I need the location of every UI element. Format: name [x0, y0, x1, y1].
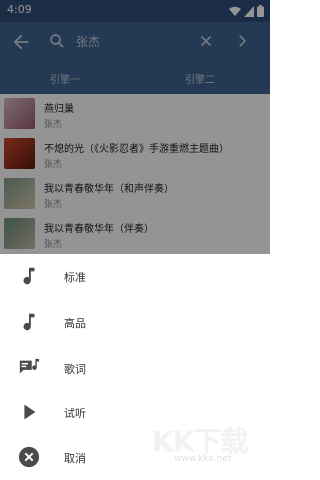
menu-item-label: 歌词 — [64, 363, 86, 376]
watermark-url: www.kkx.net — [174, 454, 232, 464]
lyrics-icon — [19, 358, 40, 374]
menu-item-label: 标准 — [64, 271, 86, 284]
quality-bottom-sheet: 标准 高品 歌词 试听 取消 KK下载 www.kkx.net — [0, 254, 270, 480]
watermark: KK下载 www.kkx.net — [152, 420, 262, 470]
menu-item-label: 取消 — [64, 452, 86, 465]
play-icon — [24, 404, 36, 420]
music-note-icon — [23, 267, 35, 285]
music-note-icon — [23, 313, 35, 331]
menu-item-lyrics[interactable]: 歌词 — [0, 346, 270, 390]
cancel-icon — [18, 446, 40, 468]
menu-item-label: 高品 — [64, 317, 86, 330]
menu-item-high-quality[interactable]: 高品 — [0, 300, 270, 344]
menu-item-label: 试听 — [64, 407, 86, 420]
menu-item-standard[interactable]: 标准 — [0, 254, 270, 298]
